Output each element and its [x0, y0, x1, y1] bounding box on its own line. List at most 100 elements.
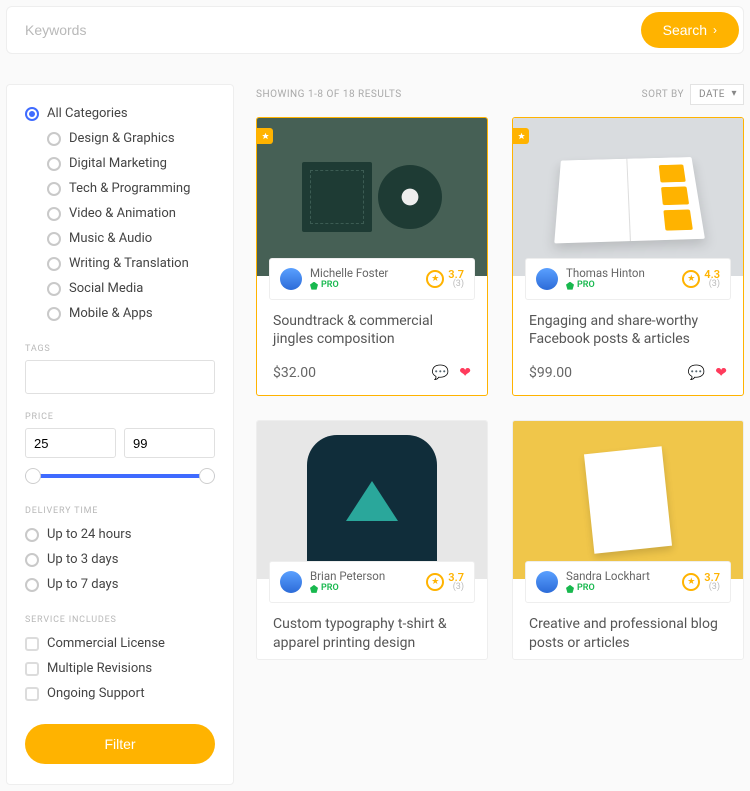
rating-count: (3) [704, 280, 720, 289]
filter-sidebar: All Categories Design & Graphics Digital … [6, 84, 234, 785]
price: $32.00 [273, 365, 316, 381]
service-card-1[interactable]: Thomas HintonPRO4.3(3)Engaging and share… [512, 117, 744, 396]
checkbox-icon [25, 662, 39, 676]
rating-count: (3) [704, 583, 720, 592]
category-label: Music & Audio [69, 231, 152, 246]
category-label: Design & Graphics [69, 131, 175, 146]
include-1[interactable]: Multiple Revisions [25, 656, 215, 681]
delivery-label: Up to 7 days [47, 577, 118, 592]
include-label: Commercial License [47, 636, 165, 651]
rating: 3.7(3) [426, 269, 464, 289]
card-title: Soundtrack & commercial jingles composit… [257, 300, 487, 356]
category-label: Social Media [69, 281, 143, 296]
comment-icon[interactable]: 💬 [432, 365, 449, 381]
price-max-input[interactable] [124, 428, 215, 458]
search-bar: Search › [6, 6, 744, 54]
radio-icon [25, 578, 39, 592]
radio-icon [25, 107, 39, 121]
checkbox-icon [25, 687, 39, 701]
radio-icon [25, 553, 39, 567]
service-card-0[interactable]: Michelle FosterPRO3.7(3)Soundtrack & com… [256, 117, 488, 396]
pro-badge: PRO [566, 281, 674, 291]
category-label: Mobile & Apps [69, 306, 153, 321]
seller-name: Thomas Hinton [566, 267, 674, 280]
category-0[interactable]: Design & Graphics [25, 126, 215, 151]
delivery-1[interactable]: Up to 3 days [25, 547, 215, 572]
price-heading: PRICE [25, 412, 215, 422]
slider-track [25, 474, 215, 478]
filter-button[interactable]: Filter [25, 724, 215, 764]
includes-heading: SERVICE INCLUDES [25, 615, 215, 625]
category-6[interactable]: Social Media [25, 276, 215, 301]
include-0[interactable]: Commercial License [25, 631, 215, 656]
radio-icon [47, 232, 61, 246]
price: $99.00 [529, 365, 572, 381]
category-label: Tech & Programming [69, 181, 190, 196]
featured-badge [257, 128, 273, 144]
star-icon [426, 270, 444, 288]
category-7[interactable]: Mobile & Apps [25, 301, 215, 326]
rating: 3.7(3) [426, 572, 464, 592]
rating-count: (3) [448, 280, 464, 289]
category-all[interactable]: All Categories [25, 101, 215, 126]
category-1[interactable]: Digital Marketing [25, 151, 215, 176]
seller-bar: Michelle FosterPRO3.7(3) [269, 258, 475, 300]
checkbox-icon [25, 637, 39, 651]
category-5[interactable]: Writing & Translation [25, 251, 215, 276]
delivery-heading: DELIVERY TIME [25, 506, 215, 516]
category-4[interactable]: Music & Audio [25, 226, 215, 251]
service-card-3[interactable]: Sandra LockhartPRO3.7(3)Creative and pro… [512, 420, 744, 659]
tags-input[interactable] [25, 360, 215, 394]
seller-name: Michelle Foster [310, 267, 418, 280]
delivery-2[interactable]: Up to 7 days [25, 572, 215, 597]
category-label: Video & Animation [69, 206, 176, 221]
radio-icon [47, 182, 61, 196]
rating: 4.3(3) [682, 269, 720, 289]
radio-icon [47, 257, 61, 271]
price-min-input[interactable] [25, 428, 116, 458]
results-area: SHOWING 1-8 OF 18 RESULTS SORT BY DATE M… [256, 84, 744, 660]
seller-bar: Thomas HintonPRO 4.3(3) [525, 258, 731, 300]
delivery-label: Up to 3 days [47, 552, 118, 567]
service-card-2[interactable]: Brian PetersonPRO3.7(3)Custom typography… [256, 420, 488, 659]
search-button[interactable]: Search › [641, 12, 739, 48]
avatar [536, 268, 558, 290]
card-title: Creative and professional blog posts or … [513, 603, 743, 659]
include-label: Ongoing Support [47, 686, 145, 701]
slider-thumb-max[interactable] [199, 468, 215, 484]
heart-icon[interactable]: ❤ [459, 365, 471, 381]
avatar [280, 571, 302, 593]
rating: 3.7(3) [682, 572, 720, 592]
heart-icon[interactable]: ❤ [715, 365, 727, 381]
category-3[interactable]: Video & Animation [25, 201, 215, 226]
sort-select[interactable]: DATE [690, 84, 744, 105]
category-label: Writing & Translation [69, 256, 189, 271]
category-label: All Categories [47, 106, 128, 121]
featured-badge [513, 128, 529, 144]
include-2[interactable]: Ongoing Support [25, 681, 215, 706]
sort-control: SORT BY DATE [642, 84, 744, 105]
chevron-right-icon: › [713, 23, 717, 37]
star-icon [426, 573, 444, 591]
slider-thumb-min[interactable] [25, 468, 41, 484]
star-icon [682, 270, 700, 288]
radio-icon [47, 157, 61, 171]
radio-icon [47, 207, 61, 221]
pro-badge: PRO [310, 584, 418, 594]
sort-value: DATE [699, 89, 725, 100]
avatar [280, 268, 302, 290]
price-slider[interactable] [25, 464, 215, 488]
radio-icon [47, 307, 61, 321]
radio-icon [25, 528, 39, 542]
seller-bar: Brian PetersonPRO3.7(3) [269, 561, 475, 603]
delivery-label: Up to 24 hours [47, 527, 131, 542]
category-label: Digital Marketing [69, 156, 167, 171]
avatar [536, 571, 558, 593]
comment-icon[interactable]: 💬 [688, 365, 705, 381]
radio-icon [47, 132, 61, 146]
tags-heading: TAGS [25, 344, 215, 354]
delivery-0[interactable]: Up to 24 hours [25, 522, 215, 547]
category-2[interactable]: Tech & Programming [25, 176, 215, 201]
rating-count: (3) [448, 583, 464, 592]
search-input[interactable] [25, 22, 641, 38]
